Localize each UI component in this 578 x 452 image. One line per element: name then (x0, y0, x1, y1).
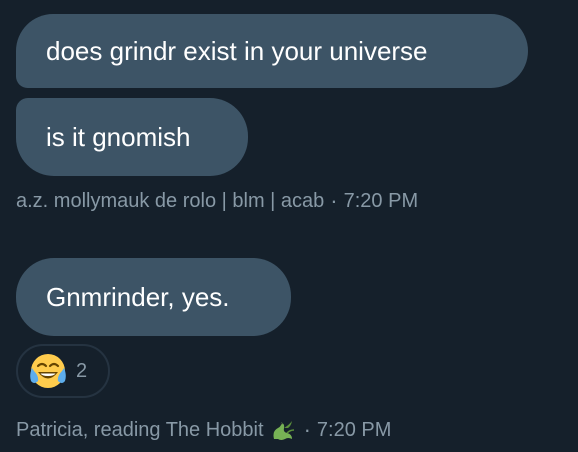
message-text: is it gnomish (46, 122, 191, 152)
meta-separator: · (330, 188, 338, 213)
message-text: Gnmrinder, yes. (46, 282, 230, 312)
reaction-count: 2 (76, 359, 88, 382)
message-bubble[interactable]: is it gnomish (16, 98, 248, 176)
dragon-icon (273, 421, 294, 440)
reaction-badge[interactable]: 2 (16, 344, 110, 398)
meta-separator: · (303, 417, 311, 442)
message-timestamp: 7:20 PM (343, 190, 419, 212)
sender-name[interactable]: Patricia, reading The Hobbit (16, 420, 264, 440)
message-meta: a.z. mollymauk de rolo | blm | acab · 7:… (16, 190, 418, 212)
sender-name[interactable]: a.z. mollymauk de rolo | blm | acab (16, 191, 324, 211)
message-bubble[interactable]: Gnmrinder, yes. (16, 258, 291, 336)
chat-thread: does grindr exist in your universe is it… (0, 0, 578, 452)
face-with-tears-of-joy-icon (30, 354, 66, 388)
message-bubble[interactable]: does grindr exist in your universe (16, 14, 528, 88)
message-timestamp: 7:20 PM (316, 419, 392, 441)
message-text: does grindr exist in your universe (46, 36, 428, 66)
message-meta: Patricia, reading The Hobbit · 7:20 PM (16, 415, 391, 445)
